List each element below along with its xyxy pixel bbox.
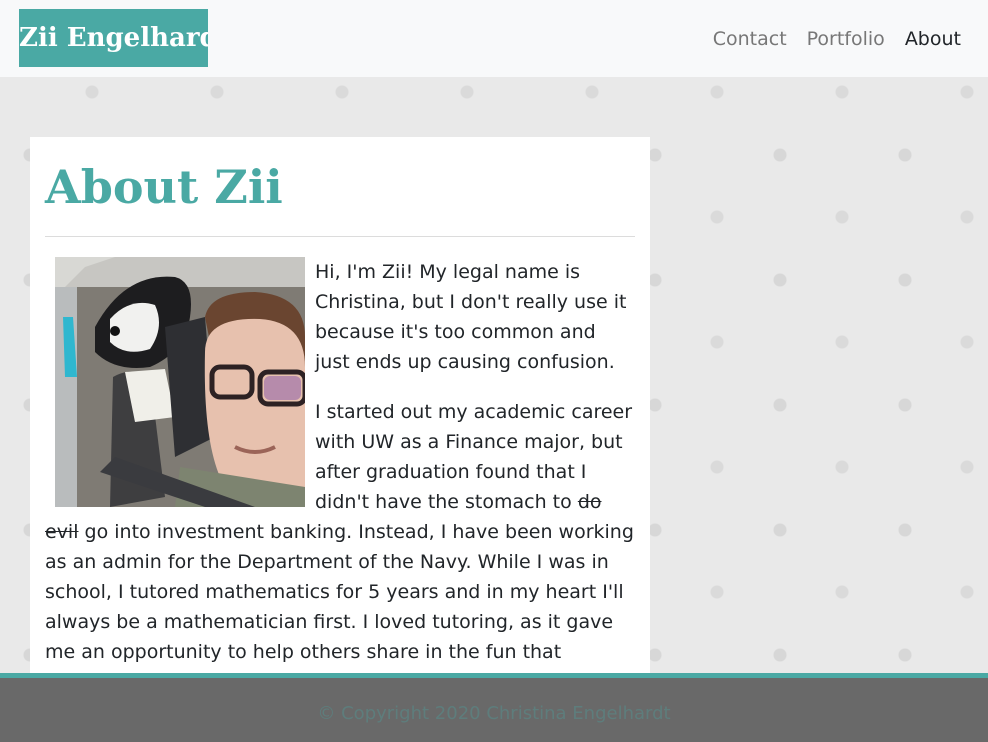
title-divider [45,236,635,237]
profile-photo [55,257,305,507]
brand-logo[interactable]: Zii Engelhardt [19,9,208,67]
footer-copyright: © Copyright 2020 Christina Engelhardt [317,703,671,724]
nav-link-contact[interactable]: Contact [713,24,787,54]
photo-icon [55,257,305,507]
footer: © Copyright 2020 Christina Engelhardt [0,673,988,742]
nav-link-portfolio[interactable]: Portfolio [807,24,885,54]
nav-links: Contact Portfolio About [713,24,961,54]
about-card: About Zii Hi, I'm Zii! My legal name is … [30,137,650,673]
nav-link-about[interactable]: About [905,24,961,54]
navbar: Zii Engelhardt Contact Portfolio About [0,0,988,77]
page-title: About Zii [45,160,283,214]
about-content: Hi, I'm Zii! My legal name is Christina,… [45,257,635,673]
paragraph-2-text-end: go into investment banking. Instead, I h… [45,521,634,673]
